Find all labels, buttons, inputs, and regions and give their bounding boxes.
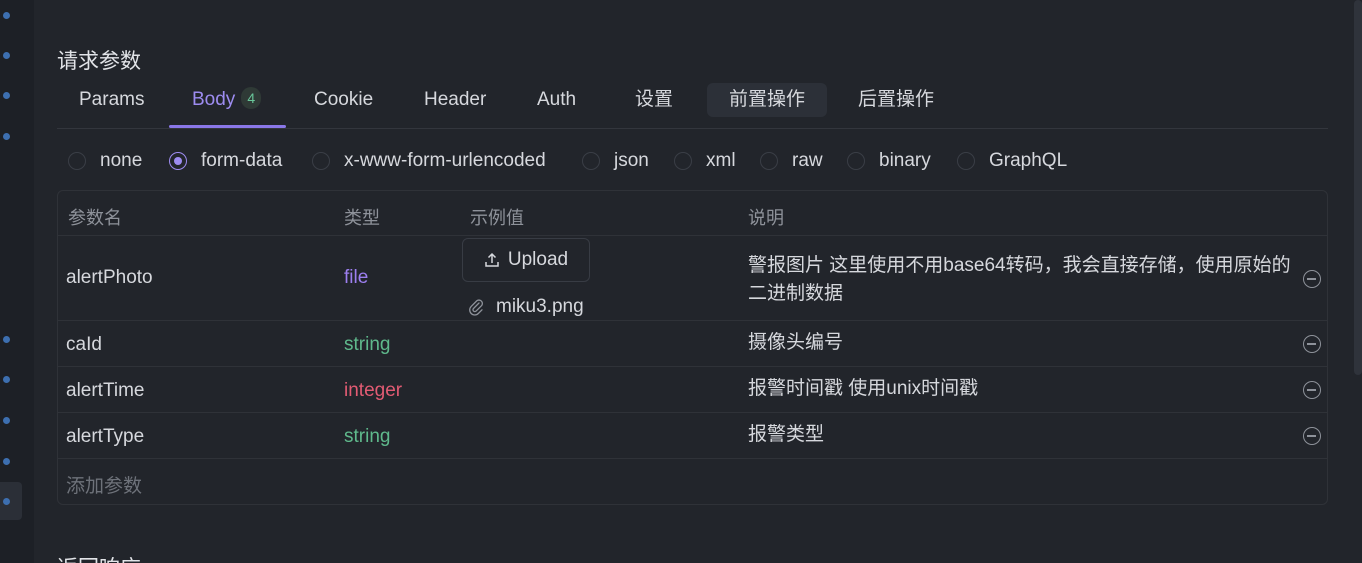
- tab-cookie[interactable]: Cookie: [314, 82, 373, 126]
- radio-circle: [169, 152, 187, 170]
- upload-label: Upload: [507, 249, 569, 270]
- radio-binary[interactable]: binary: [847, 146, 931, 176]
- param-description[interactable]: 摄像头编号: [748, 329, 843, 357]
- param-type[interactable]: string: [344, 334, 390, 356]
- request-tabs: Params Body 4 Cookie Header Auth 设置 前置操作 …: [57, 82, 1328, 129]
- radio-label: x-www-form-urlencoded: [344, 150, 546, 171]
- radio-form-data[interactable]: form-data: [169, 146, 282, 176]
- header-type: 类型: [344, 208, 380, 228]
- tab-label: Auth: [537, 89, 577, 110]
- tab-label: Cookie: [314, 89, 374, 110]
- add-param-row: 添加参数: [58, 458, 1327, 505]
- upload-icon: [485, 252, 499, 267]
- param-type[interactable]: file: [344, 267, 368, 289]
- param-description[interactable]: 警报图片 这里使用不用base64转码，我会直接存储，使用原始的二进制数据: [748, 252, 1293, 308]
- tab-label: Body: [192, 89, 236, 110]
- radio-raw[interactable]: raw: [760, 146, 823, 176]
- tab-header[interactable]: Header: [424, 82, 486, 126]
- active-tab-indicator: [169, 125, 286, 128]
- body-type-radio-group: none form-data x-www-form-urlencoded jso…: [68, 146, 1328, 176]
- param-name[interactable]: caId: [66, 334, 102, 356]
- tab-settings[interactable]: 设置: [635, 82, 673, 126]
- radio-label: GraphQL: [989, 150, 1068, 171]
- remove-param-button[interactable]: [1303, 270, 1321, 288]
- radio-x-www-form-urlencoded[interactable]: x-www-form-urlencoded: [312, 146, 546, 176]
- rail-marker: [3, 133, 10, 140]
- radio-none[interactable]: none: [68, 146, 142, 176]
- left-rail: [0, 0, 34, 563]
- radio-graphql[interactable]: GraphQL: [957, 146, 1067, 176]
- param-name[interactable]: alertPhoto: [66, 267, 153, 289]
- tab-label: Header: [424, 89, 487, 110]
- remove-param-button[interactable]: [1303, 335, 1321, 353]
- param-name[interactable]: alertType: [66, 426, 144, 448]
- radio-label: binary: [879, 150, 931, 171]
- next-section-title: 返回响应: [57, 552, 141, 563]
- count-badge: 4: [241, 87, 262, 109]
- radio-circle: [957, 152, 975, 170]
- paperclip-icon: [469, 299, 483, 316]
- radio-circle: [582, 152, 600, 170]
- param-type[interactable]: integer: [344, 380, 402, 402]
- rail-marker: [3, 498, 10, 505]
- radio-label: form-data: [201, 150, 283, 171]
- header-description: 说明: [748, 208, 784, 228]
- radio-label: xml: [706, 150, 736, 171]
- param-name[interactable]: alertTime: [66, 380, 144, 402]
- radio-circle: [68, 152, 86, 170]
- radio-label: none: [100, 150, 143, 171]
- tab-params[interactable]: Params: [79, 82, 144, 126]
- section-title: 请求参数: [57, 50, 141, 73]
- radio-circle: [312, 152, 330, 170]
- param-type[interactable]: string: [344, 426, 390, 448]
- param-description[interactable]: 报警时间戳 使用unix时间戳: [748, 375, 978, 403]
- rail-marker: [3, 458, 10, 465]
- upload-button[interactable]: Upload: [462, 238, 590, 282]
- tab-label: Params: [79, 89, 145, 110]
- rail-marker: [3, 417, 10, 424]
- tab-auth[interactable]: Auth: [537, 82, 576, 126]
- radio-circle: [674, 152, 692, 170]
- file-name: miku3.png: [496, 296, 584, 317]
- param-description[interactable]: 报警类型: [748, 421, 824, 449]
- radio-label: json: [614, 150, 649, 171]
- tab-label: 设置: [635, 89, 674, 110]
- table-row: alertType string 报警类型: [58, 412, 1327, 459]
- rail-marker: [3, 92, 10, 99]
- rail-marker: [3, 336, 10, 343]
- header-param-name: 参数名: [68, 208, 122, 228]
- header-example: 示例值: [470, 208, 524, 228]
- tab-label: 前置操作: [729, 89, 806, 110]
- table-row: alertPhoto file Upload miku3.png 警报图片 这里…: [58, 235, 1327, 321]
- radio-circle: [760, 152, 778, 170]
- radio-xml[interactable]: xml: [674, 146, 736, 176]
- tab-label: 后置操作: [858, 89, 935, 110]
- table-row: caId string 摄像头编号: [58, 320, 1327, 367]
- tab-body[interactable]: Body 4: [192, 82, 262, 126]
- add-param-input[interactable]: 添加参数: [66, 471, 142, 498]
- tab-post-operations[interactable]: 后置操作: [858, 82, 934, 126]
- scrollbar-thumb[interactable]: [1354, 0, 1362, 375]
- tab-pre-operations[interactable]: 前置操作: [707, 83, 828, 117]
- radio-label: raw: [792, 150, 823, 171]
- table-row: alertTime integer 报警时间戳 使用unix时间戳: [58, 366, 1327, 413]
- uploaded-file[interactable]: miku3.png: [468, 296, 584, 318]
- rail-marker: [3, 12, 10, 19]
- rail-marker: [3, 52, 10, 59]
- radio-circle: [847, 152, 865, 170]
- radio-json[interactable]: json: [582, 146, 649, 176]
- remove-param-button[interactable]: [1303, 427, 1321, 445]
- params-table: 参数名 类型 示例值 说明 alertPhoto file Upload mik…: [57, 190, 1328, 505]
- remove-param-button[interactable]: [1303, 381, 1321, 399]
- rail-marker: [3, 376, 10, 383]
